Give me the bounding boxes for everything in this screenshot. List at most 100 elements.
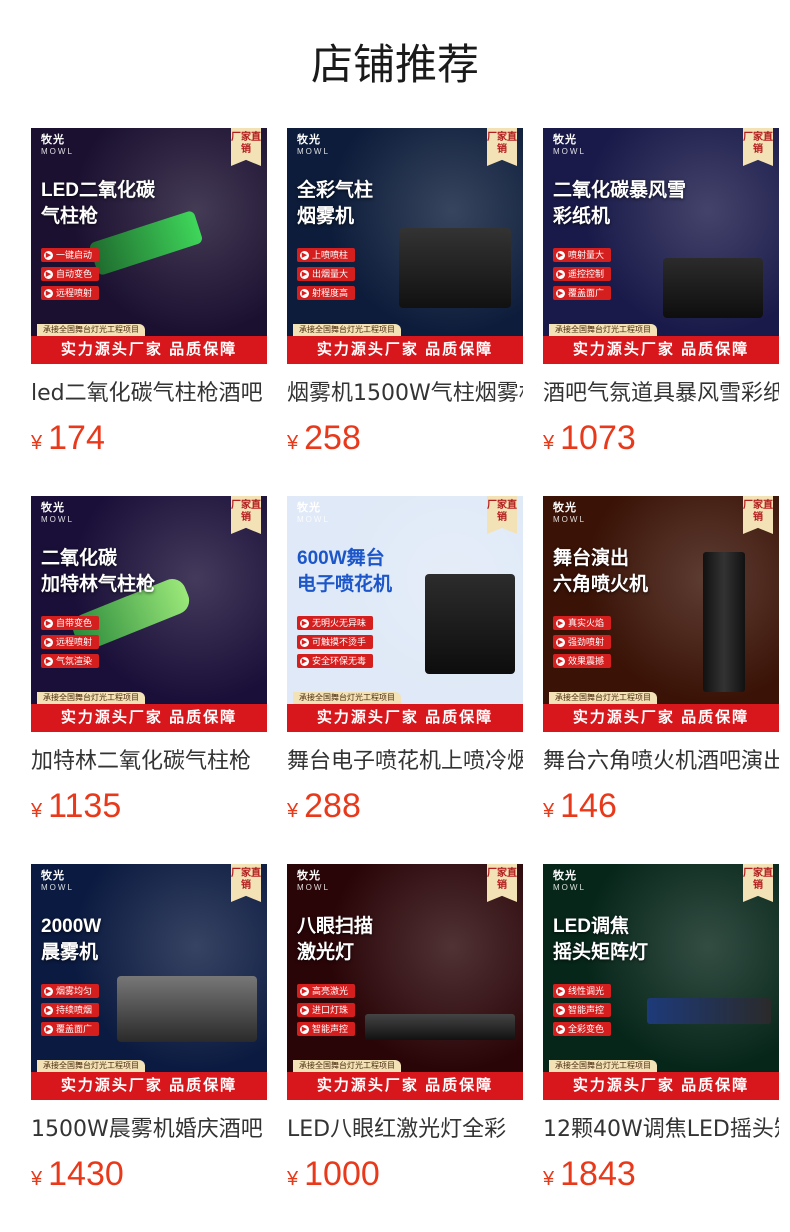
currency-symbol: ¥ <box>543 432 555 454</box>
feature-text: 覆盖面广 <box>568 288 605 298</box>
play-circle-icon: ▶ <box>300 288 309 298</box>
product-price: ¥1430 <box>31 1152 267 1196</box>
product-card[interactable]: 牧光 MOWL 厂家直销 二氧化碳 加特林气柱枪 ▶ 自带变色 ▶ 远程喷射 ▶ 气氛渲染… <box>31 496 267 864</box>
product-illustration <box>399 228 511 308</box>
project-strip: 承接全国舞台灯光工程项目 <box>293 324 401 336</box>
brand-logo: 牧光 MOWL <box>41 502 74 526</box>
product-name[interactable]: 12颗40W调焦LED摇头矩阵灯 <box>543 1114 779 1146</box>
feature-tag: ▶ 射程度高 <box>297 286 356 300</box>
feature-text: 智能声控 <box>568 1005 605 1015</box>
feature-tag: ▶ 喷射量大 <box>553 248 612 262</box>
brand-name: 牧光 <box>41 502 65 514</box>
price-amount: 1073 <box>560 419 636 457</box>
feature-tag: ▶ 线性调光 <box>553 984 612 998</box>
feature-list: ▶ 真实火焰 ▶ 强劲喷射 ▶ 效果震撼 <box>553 616 612 673</box>
product-image[interactable]: 牧光 MOWL 厂家直销 八眼扫描 激光灯 ▶ 高亮激光 ▶ 进口灯珠 ▶ 智能声控 承接… <box>287 864 523 1100</box>
play-circle-icon: ▶ <box>44 1024 53 1034</box>
product-image[interactable]: 牧光 MOWL 厂家直销 全彩气柱 烟雾机 ▶ 上喷喷柱 ▶ 出烟量大 ▶ 射程度高 承接… <box>287 128 523 364</box>
feature-text: 效果震撼 <box>568 656 605 666</box>
bottom-banner: 实力源头厂家 品质保障 <box>543 336 779 364</box>
brand-sub: MOWL <box>297 147 330 156</box>
product-image[interactable]: 牧光 MOWL 厂家直销 600W舞台 电子喷花机 ▶ 无明火无异味 ▶ 可触摸不烫手… <box>287 496 523 732</box>
product-card[interactable]: 牧光 MOWL 厂家直销 八眼扫描 激光灯 ▶ 高亮激光 ▶ 进口灯珠 ▶ 智能声控 承接… <box>287 864 523 1232</box>
brand-logo: 牧光 MOWL <box>297 870 330 894</box>
bottom-banner: 实力源头厂家 品质保障 <box>287 1072 523 1100</box>
project-strip: 承接全国舞台灯光工程项目 <box>549 324 657 336</box>
feature-tag: ▶ 覆盖面广 <box>41 1022 100 1036</box>
product-image[interactable]: 牧光 MOWL 厂家直销 二氧化碳 加特林气柱枪 ▶ 自带变色 ▶ 远程喷射 ▶ 气氛渲染… <box>31 496 267 732</box>
brand-sub: MOWL <box>297 883 330 892</box>
product-illustration <box>117 976 257 1042</box>
feature-tag: ▶ 进口灯珠 <box>297 1003 356 1017</box>
product-name[interactable]: 舞台电子喷花机上喷冷烟花 <box>287 746 523 778</box>
product-name[interactable]: 1500W晨雾机婚庆酒吧 <box>31 1114 267 1146</box>
product-image[interactable]: 牧光 MOWL 厂家直销 舞台演出 六角喷火机 ▶ 真实火焰 ▶ 强劲喷射 ▶ 效果震撼 … <box>543 496 779 732</box>
play-circle-icon: ▶ <box>44 986 53 996</box>
play-circle-icon: ▶ <box>556 618 565 628</box>
brand-name: 牧光 <box>553 502 577 514</box>
price-amount: 174 <box>48 419 105 457</box>
feature-text: 无明火无异味 <box>312 618 367 628</box>
feature-tag: ▶ 安全环保无毒 <box>297 654 374 668</box>
feature-tag: ▶ 智能声控 <box>553 1003 612 1017</box>
product-card[interactable]: 牧光 MOWL 厂家直销 2000W 晨雾机 ▶ 烟雾均匀 ▶ 持续喷烟 ▶ 覆盖面广 承… <box>31 864 267 1232</box>
product-name[interactable]: 烟雾机1500W气柱烟雾机 <box>287 378 523 410</box>
feature-text: 全彩变色 <box>568 1024 605 1034</box>
product-illustration <box>425 574 515 674</box>
feature-list: ▶ 无明火无异味 ▶ 可触摸不烫手 ▶ 安全环保无毒 <box>297 616 374 673</box>
play-circle-icon: ▶ <box>556 656 565 666</box>
product-card[interactable]: 牧光 MOWL 厂家直销 舞台演出 六角喷火机 ▶ 真实火焰 ▶ 强劲喷射 ▶ 效果震撼 … <box>543 496 779 864</box>
currency-symbol: ¥ <box>31 432 43 454</box>
product-name[interactable]: LED八眼红激光灯全彩 <box>287 1114 523 1146</box>
project-strip: 承接全国舞台灯光工程项目 <box>37 1060 145 1072</box>
currency-symbol: ¥ <box>31 800 43 822</box>
product-card[interactable]: 牧光 MOWL 厂家直销 LED二氧化碳 气柱枪 ▶ 一键启动 ▶ 自动变色 ▶ 远程喷射… <box>31 128 267 496</box>
feature-text: 喷射量大 <box>568 250 605 260</box>
currency-symbol: ¥ <box>287 432 299 454</box>
feature-text: 持续喷烟 <box>56 1005 93 1015</box>
feature-text: 一键启动 <box>56 250 93 260</box>
brand-sub: MOWL <box>41 147 74 156</box>
product-name[interactable]: 加特林二氧化碳气柱枪 <box>31 746 267 778</box>
product-name[interactable]: 舞台六角喷火机酒吧演出 <box>543 746 779 778</box>
brand-name: 牧光 <box>297 502 321 514</box>
currency-symbol: ¥ <box>287 800 299 822</box>
price-amount: 146 <box>560 787 617 825</box>
brand-sub: MOWL <box>41 515 74 524</box>
brand-logo: 牧光 MOWL <box>297 502 330 526</box>
play-circle-icon: ▶ <box>300 269 309 279</box>
product-card[interactable]: 牧光 MOWL 厂家直销 二氧化碳暴风雪 彩纸机 ▶ 喷射量大 ▶ 遥控控制 ▶ 覆盖面广… <box>543 128 779 496</box>
product-image[interactable]: 牧光 MOWL 厂家直销 二氧化碳暴风雪 彩纸机 ▶ 喷射量大 ▶ 遥控控制 ▶ 覆盖面广… <box>543 128 779 364</box>
product-card[interactable]: 牧光 MOWL 厂家直销 600W舞台 电子喷花机 ▶ 无明火无异味 ▶ 可触摸不烫手… <box>287 496 523 864</box>
feature-tag: ▶ 真实火焰 <box>553 616 612 630</box>
project-strip: 承接全国舞台灯光工程项目 <box>37 324 145 336</box>
brand-logo: 牧光 MOWL <box>553 870 586 894</box>
play-circle-icon: ▶ <box>44 637 53 647</box>
product-card[interactable]: 牧光 MOWL 厂家直销 LED调焦 摇头矩阵灯 ▶ 线性调光 ▶ 智能声控 ▶ 全彩变色… <box>543 864 779 1232</box>
feature-tag: ▶ 远程喷射 <box>41 286 100 300</box>
price-amount: 1430 <box>48 1155 124 1193</box>
product-card[interactable]: 牧光 MOWL 厂家直销 全彩气柱 烟雾机 ▶ 上喷喷柱 ▶ 出烟量大 ▶ 射程度高 承接… <box>287 128 523 496</box>
play-circle-icon: ▶ <box>300 1024 309 1034</box>
product-image[interactable]: 牧光 MOWL 厂家直销 LED调焦 摇头矩阵灯 ▶ 线性调光 ▶ 智能声控 ▶ 全彩变色… <box>543 864 779 1100</box>
feature-list: ▶ 一键启动 ▶ 自动变色 ▶ 远程喷射 <box>41 248 100 305</box>
bottom-banner: 实力源头厂家 品质保障 <box>287 704 523 732</box>
bottom-banner: 实力源头厂家 品质保障 <box>31 336 267 364</box>
play-circle-icon: ▶ <box>300 1005 309 1015</box>
feature-text: 可触摸不烫手 <box>312 637 367 647</box>
feature-text: 安全环保无毒 <box>312 656 367 666</box>
feature-text: 强劲喷射 <box>568 637 605 647</box>
image-headline: 八眼扫描 激光灯 <box>297 916 374 963</box>
brand-name: 牧光 <box>553 134 577 146</box>
feature-tag: ▶ 强劲喷射 <box>553 635 612 649</box>
product-image[interactable]: 牧光 MOWL 厂家直销 2000W 晨雾机 ▶ 烟雾均匀 ▶ 持续喷烟 ▶ 覆盖面广 承… <box>31 864 267 1100</box>
bottom-banner: 实力源头厂家 品质保障 <box>543 704 779 732</box>
play-circle-icon: ▶ <box>44 250 53 260</box>
image-headline: LED调焦 摇头矩阵灯 <box>553 916 649 963</box>
feature-tag: ▶ 自动变色 <box>41 267 100 281</box>
feature-text: 远程喷射 <box>56 288 93 298</box>
image-headline: 舞台演出 六角喷火机 <box>553 548 649 595</box>
product-name[interactable]: led二氧化碳气柱枪酒吧 <box>31 378 267 410</box>
product-name[interactable]: 酒吧气氛道具暴风雪彩纸机 <box>543 378 779 410</box>
product-image[interactable]: 牧光 MOWL 厂家直销 LED二氧化碳 气柱枪 ▶ 一键启动 ▶ 自动变色 ▶ 远程喷射… <box>31 128 267 364</box>
